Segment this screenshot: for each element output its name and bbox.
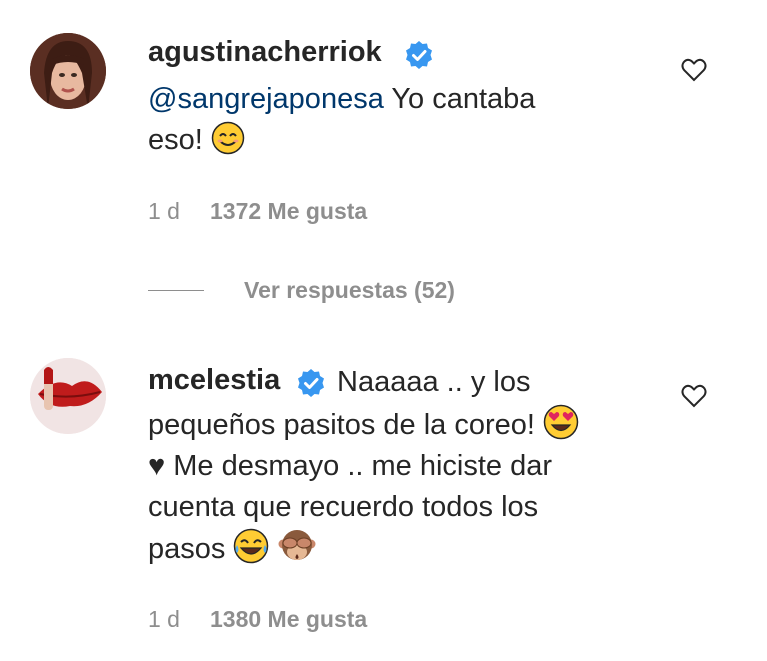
comment-meta: 1 d 1380 Me gusta <box>148 606 367 633</box>
heart-eyes-icon <box>543 404 579 440</box>
see-no-evil-monkey-icon <box>278 530 316 560</box>
heart-outline-icon[interactable] <box>680 56 708 84</box>
view-replies-label[interactable]: Ver respuestas (52) <box>244 277 455 304</box>
likes-count[interactable]: 1372 Me gusta <box>210 198 367 224</box>
mention-link[interactable]: @sangrejaponesa <box>148 83 384 115</box>
timestamp: 1 d <box>148 606 180 632</box>
replies-divider <box>148 289 204 291</box>
verified-badge-icon <box>406 41 432 69</box>
smiling-face-icon <box>211 121 245 155</box>
likes-count[interactable]: 1380 Me gusta <box>210 606 367 632</box>
heart-outline-icon[interactable] <box>680 382 708 410</box>
comment-meta: 1 d 1372 Me gusta <box>148 198 367 225</box>
username[interactable]: mcelestia <box>148 364 280 397</box>
tears-of-joy-icon <box>234 528 269 564</box>
timestamp: 1 d <box>148 198 180 224</box>
verified-badge-icon <box>298 369 324 397</box>
comment-text-line1: Naaaaa .. y los <box>337 366 531 398</box>
avatar-agustinacherriok[interactable] <box>30 33 106 109</box>
avatar-mcelestia[interactable] <box>30 358 106 434</box>
username[interactable]: agustinacherriok <box>148 36 382 69</box>
comment-text-body: pequeños pasitos de la coreo! ♥ Me desma… <box>148 404 579 570</box>
comment-text: @sangrejaponesa Yo cantaba eso! <box>148 83 536 156</box>
view-replies-button[interactable]: Ver respuestas (52) <box>148 275 455 305</box>
